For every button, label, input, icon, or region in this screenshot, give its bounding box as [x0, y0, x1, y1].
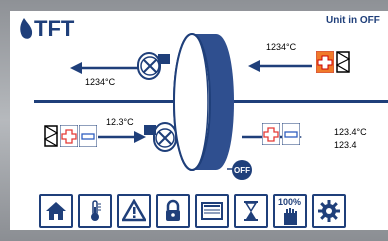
hourglass-icon — [244, 201, 258, 221]
screen-icon — [201, 202, 223, 220]
extract-heater-icon — [59, 124, 79, 152]
lock-icon — [166, 199, 180, 221]
gear-icon — [318, 200, 340, 222]
hmi-screen: TFT Unit in OFF 1234°C 1234°C 12.3°C OFF… — [10, 11, 388, 230]
home-icon — [46, 202, 66, 220]
timer-button[interactable] — [234, 194, 268, 228]
extract-temperature: 12.3°C — [106, 117, 134, 127]
extract-arrow — [98, 130, 146, 148]
alarms-button[interactable] — [117, 194, 151, 228]
supply-temperature: 123.4°C — [334, 127, 367, 137]
outdoor-filter-icon — [335, 51, 351, 78]
supply-fan-icon — [144, 121, 178, 160]
brand-logo: TFT — [18, 14, 84, 44]
display-button[interactable] — [195, 194, 229, 228]
home-button[interactable] — [39, 194, 73, 228]
exhaust-temperature: 1234°C — [85, 77, 116, 87]
supply-secondary-value: 123.4 — [334, 140, 357, 150]
svg-text:OFF: OFF — [234, 166, 250, 175]
thermometer-icon — [91, 200, 101, 221]
settings-button[interactable] — [312, 194, 346, 228]
svg-text:TFT: TFT — [34, 16, 75, 41]
heat-exchanger-wheel — [168, 27, 238, 177]
outdoor-temperature: 1234°C — [266, 42, 297, 52]
manual-percent-label: 100% — [278, 197, 302, 207]
temperature-button[interactable] — [78, 194, 112, 228]
supply-cooler-icon — [281, 122, 301, 150]
lock-button[interactable] — [156, 194, 190, 228]
outdoor-arrow — [248, 59, 314, 77]
fan-off-indicator: OFF — [227, 159, 253, 186]
exhaust-fan-icon — [136, 49, 172, 88]
warning-icon — [122, 199, 146, 222]
supply-heater-icon — [261, 122, 281, 150]
bottom-navbar: 100% — [39, 194, 346, 230]
manual-override-button[interactable]: 100% — [273, 194, 307, 228]
extract-filter-icon — [43, 125, 59, 152]
unit-status-label: Unit in OFF — [326, 15, 380, 26]
extract-cooler-icon — [78, 124, 98, 152]
preheater-active-icon — [315, 50, 335, 78]
